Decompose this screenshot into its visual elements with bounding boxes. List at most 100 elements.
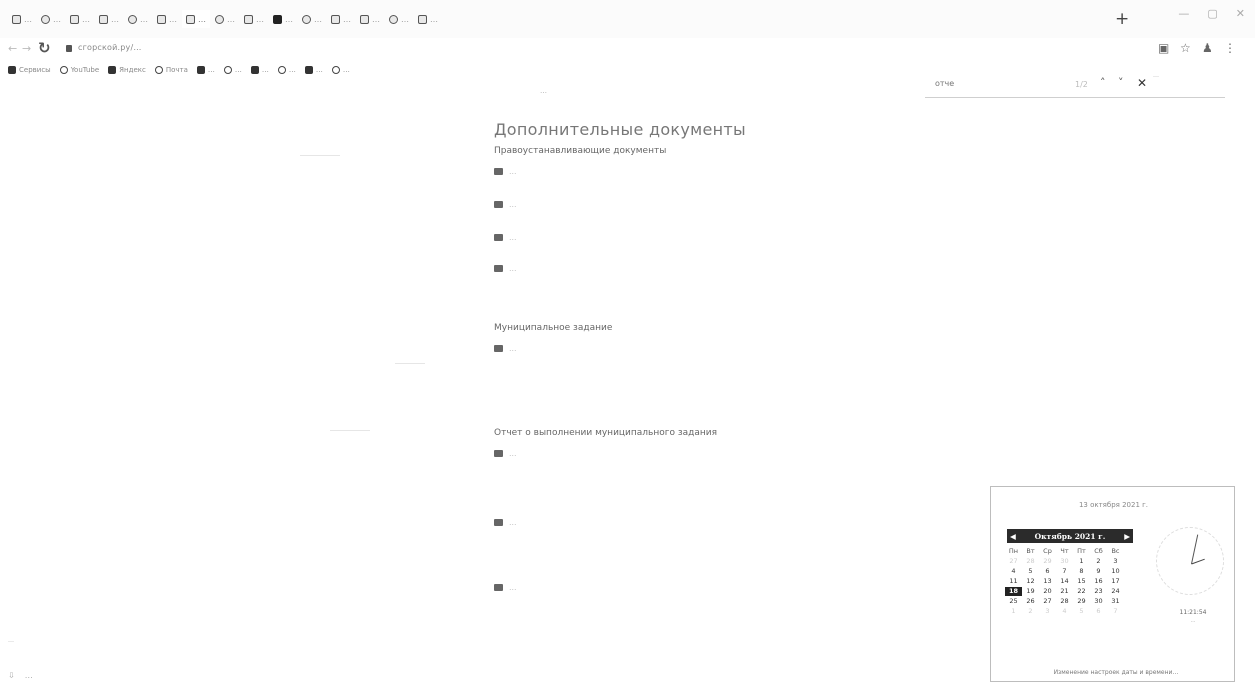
calendar-day[interactable]: 11 — [1005, 577, 1022, 586]
date-time-settings-link[interactable]: Изменение настроек даты и времени… — [1021, 669, 1211, 676]
lock-icon[interactable] — [66, 45, 72, 52]
document-link[interactable]: … — [494, 262, 517, 275]
browser-tab[interactable]: … — [95, 10, 123, 28]
browser-tab[interactable]: … — [66, 10, 94, 28]
calendar-day[interactable]: 21 — [1056, 587, 1073, 596]
bookmark-item[interactable]: Почта — [154, 66, 188, 74]
calendar-day[interactable]: 12 — [1022, 577, 1039, 586]
bookmark-item[interactable]: … — [223, 66, 242, 74]
calendar-day[interactable]: 15 — [1073, 577, 1090, 586]
chevron-down-icon[interactable]: ˅ — [1118, 76, 1124, 89]
calendar-day[interactable]: 6 — [1039, 567, 1056, 576]
calendar-day[interactable]: 26 — [1022, 597, 1039, 606]
calendar-day[interactable]: 28 — [1056, 597, 1073, 606]
calendar-day[interactable]: 14 — [1056, 577, 1073, 586]
calendar-day[interactable]: 30 — [1056, 557, 1073, 566]
bookmark-label: YouTube — [70, 66, 100, 74]
calendar-day[interactable]: 2 — [1022, 607, 1039, 616]
bookmark-item[interactable]: YouTube — [59, 66, 100, 74]
calendar-day[interactable]: 5 — [1073, 607, 1090, 616]
calendar-day[interactable]: 7 — [1107, 607, 1124, 616]
chevron-left-icon[interactable]: ◀ — [1010, 532, 1016, 541]
bookmark-item[interactable]: … — [250, 66, 269, 74]
document-link[interactable]: … — [494, 447, 989, 460]
calendar-day[interactable]: 28 — [1022, 557, 1039, 566]
document-link[interactable]: … — [494, 165, 517, 178]
calendar-day[interactable]: 10 — [1107, 567, 1124, 576]
browser-tab[interactable]: … — [356, 10, 384, 28]
browser-tab[interactable]: … — [124, 10, 152, 28]
calendar-day[interactable]: 8 — [1073, 567, 1090, 576]
calendar-day[interactable]: 7 — [1056, 567, 1073, 576]
bookmark-item[interactable]: Яндекс — [108, 66, 146, 74]
forward-arrow-icon[interactable]: → — [22, 42, 31, 55]
calendar-day[interactable]: 5 — [1022, 567, 1039, 576]
browser-tab[interactable]: … — [298, 10, 326, 28]
browser-tab[interactable]: … — [8, 10, 36, 28]
calendar-day[interactable]: 24 — [1107, 587, 1124, 596]
bookmark-item[interactable]: Сервисы — [8, 66, 51, 74]
profile-icon[interactable]: ♟ — [1202, 41, 1213, 55]
browser-tab[interactable]: … — [240, 10, 268, 28]
browser-tab[interactable]: … — [182, 10, 210, 28]
chevron-right-icon[interactable]: ▶ — [1124, 532, 1130, 541]
calendar-day[interactable]: 30 — [1090, 597, 1107, 606]
calendar-day[interactable]: 4 — [1005, 567, 1022, 576]
calendar-day[interactable]: 25 — [1005, 597, 1022, 606]
address-bar[interactable]: сгорской.ру/… — [78, 43, 142, 52]
bookmark-item[interactable]: … — [277, 66, 296, 74]
chevron-up-icon[interactable]: ˄ — [1100, 76, 1106, 89]
calendar-day[interactable]: 2 — [1090, 557, 1107, 566]
calendar-day[interactable]: 19 — [1022, 587, 1039, 596]
calendar-day[interactable]: 9 — [1090, 567, 1107, 576]
calendar-day[interactable]: 3 — [1107, 557, 1124, 566]
close-window-button[interactable]: ✕ — [1236, 7, 1245, 20]
browser-tab[interactable]: … — [211, 10, 239, 28]
tab-label: … — [372, 14, 380, 24]
calendar-day[interactable]: 6 — [1090, 607, 1107, 616]
calendar-day[interactable]: 17 — [1107, 577, 1124, 586]
calendar-day[interactable]: 3 — [1039, 607, 1056, 616]
browser-tab[interactable]: … — [153, 10, 181, 28]
bookmark-item[interactable]: … — [304, 66, 323, 74]
new-tab-button[interactable]: + — [1115, 9, 1129, 29]
browser-tab[interactable]: … — [269, 10, 297, 28]
calendar-date-heading[interactable]: 13 октября 2021 г. — [1041, 501, 1186, 509]
calendar-day[interactable]: 29 — [1039, 557, 1056, 566]
browser-tab[interactable]: … — [327, 10, 355, 28]
calendar-day[interactable]: 22 — [1073, 587, 1090, 596]
bookmark-star-icon[interactable]: ☆ — [1180, 41, 1191, 55]
menu-icon[interactable]: ⋮ — [1224, 41, 1236, 55]
find-input[interactable] — [935, 79, 1075, 88]
calendar-day[interactable]: 13 — [1039, 577, 1056, 586]
calendar-day[interactable]: 20 — [1039, 587, 1056, 596]
reload-icon[interactable]: ↻ — [38, 39, 51, 57]
calendar-day[interactable]: 31 — [1107, 597, 1124, 606]
calendar-day[interactable]: 18 — [1005, 587, 1022, 596]
browser-tab[interactable]: … — [37, 10, 65, 28]
browser-tab[interactable]: … — [385, 10, 413, 28]
calendar-day[interactable]: 23 — [1090, 587, 1107, 596]
calendar-day[interactable]: 16 — [1090, 577, 1107, 586]
bookmark-item[interactable]: … — [331, 66, 350, 74]
close-icon[interactable]: ✕ — [1137, 76, 1147, 90]
calendar-day[interactable]: 4 — [1056, 607, 1073, 616]
document-link[interactable]: … — [494, 342, 1004, 355]
document-link[interactable]: … — [494, 516, 989, 529]
minimize-button[interactable]: — — [1178, 7, 1189, 20]
document-link[interactable]: … — [494, 581, 989, 594]
calendar-day[interactable]: 27 — [1005, 557, 1022, 566]
document-link[interactable]: … — [494, 198, 517, 211]
browser-tab[interactable]: … — [414, 10, 442, 28]
bookmark-item[interactable]: … — [196, 66, 215, 74]
calendar-day[interactable]: 1 — [1005, 607, 1022, 616]
document-link[interactable]: … — [494, 231, 517, 244]
back-arrow-icon[interactable]: ← — [8, 42, 17, 55]
extension-icon[interactable]: ▣ — [1158, 41, 1169, 55]
calendar-day[interactable]: 29 — [1073, 597, 1090, 606]
calendar-day[interactable]: 1 — [1073, 557, 1090, 566]
calendar-month-label[interactable]: Октябрь 2021 г. — [1035, 532, 1106, 541]
calendar-day[interactable]: 27 — [1039, 597, 1056, 606]
maximize-button[interactable]: ▢ — [1207, 7, 1217, 20]
download-item[interactable]: ⇩ … — [8, 671, 33, 680]
